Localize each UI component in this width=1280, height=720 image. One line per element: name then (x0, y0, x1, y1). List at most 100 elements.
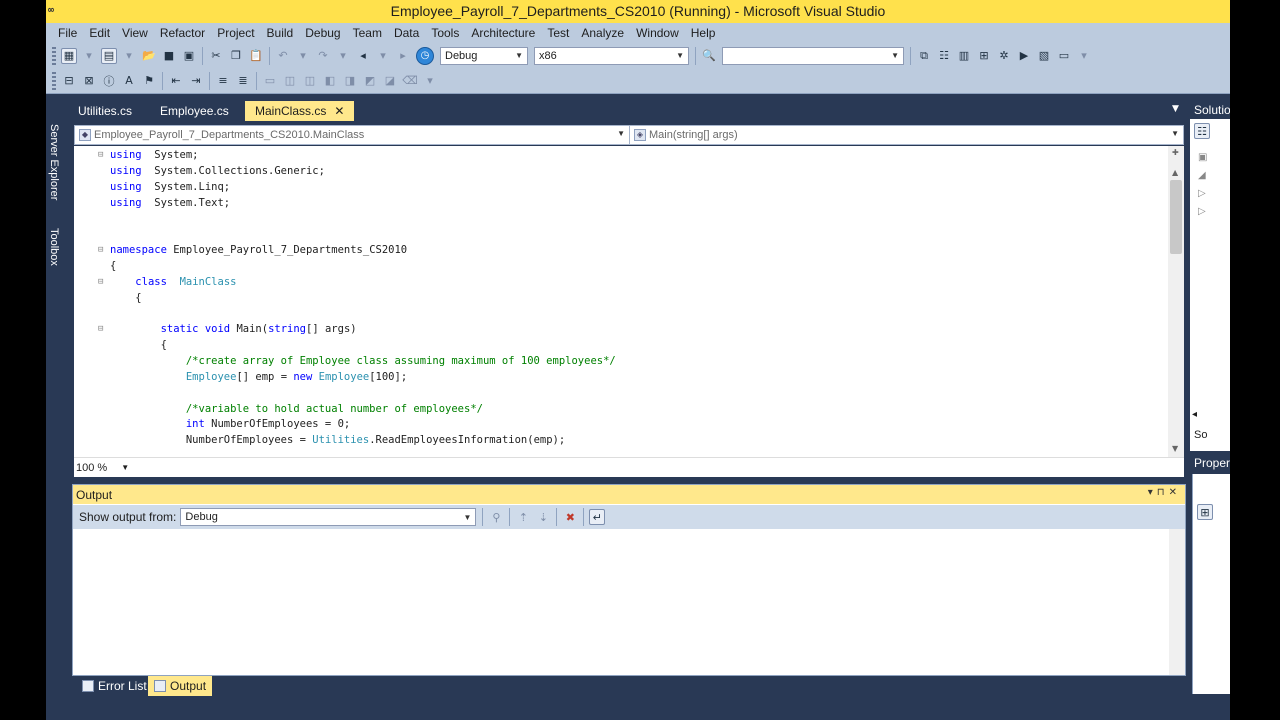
solution-explorer-body[interactable]: ☷ ▣ ◢ ▷ ▷ ◂ So (1190, 119, 1230, 451)
dropdown-arrow-icon[interactable]: ▾ (295, 48, 311, 64)
solution-explorer-icon[interactable]: ⧉ (916, 48, 932, 64)
collapse-icon[interactable]: ⊟ (98, 324, 103, 334)
previous-bookmark-icon[interactable]: ◫ (282, 73, 298, 89)
list-members-icon[interactable]: ⊟ (61, 73, 77, 89)
categorized-icon[interactable]: ⊞ (1197, 504, 1213, 520)
uncomment-icon[interactable]: ≣ (235, 73, 251, 89)
menu-tools[interactable]: Tools (425, 26, 465, 40)
properties-title[interactable]: Properties (1190, 454, 1230, 474)
undo-icon[interactable]: ↶ (275, 48, 291, 64)
output-source-select[interactable]: Debug ▼ (180, 508, 477, 526)
dropdown-arrow-icon[interactable]: ▾ (121, 48, 137, 64)
paste-icon[interactable]: 📋 (248, 48, 264, 64)
solution-explorer-title[interactable]: Solution Explorer (1190, 101, 1230, 119)
tab-output[interactable]: Output (148, 676, 213, 696)
output-text-area[interactable] (73, 529, 1169, 675)
output-vertical-scrollbar[interactable] (1169, 529, 1185, 675)
scroll-thumb[interactable] (1170, 180, 1182, 254)
dropdown-arrow-icon[interactable]: ▾ (335, 48, 351, 64)
menu-edit[interactable]: Edit (83, 26, 116, 40)
toggle-bookmark-icon[interactable]: ▭ (262, 73, 278, 89)
solution-platform-select[interactable]: x86 ▼ (534, 46, 689, 65)
command-window-icon[interactable]: ▧ (1036, 48, 1052, 64)
navigate-backward-icon[interactable]: ◂ (355, 48, 371, 64)
add-item-icon[interactable]: ▤ (101, 47, 117, 64)
next-bookmark-document-icon[interactable]: ◪ (382, 73, 398, 89)
tab-mainclass-cs[interactable]: MainClass.cs ✕ (245, 101, 355, 121)
find-in-files-icon[interactable]: 🔍 (701, 48, 717, 64)
collapse-icon[interactable]: ⊟ (98, 150, 103, 160)
open-file-icon[interactable]: 📂 (141, 48, 157, 64)
solution-explorer-tab[interactable]: So (1194, 429, 1207, 441)
bookmark-window-icon[interactable]: ⚑ (141, 73, 157, 89)
parameter-info-icon[interactable]: ⊠ (81, 73, 97, 89)
code-editor[interactable]: ⊟ ⊟ ⊟ ⊟ using System; using System.Collec… (74, 146, 1184, 457)
quick-info-icon[interactable]: ⓘ (101, 73, 117, 89)
menu-architecture[interactable]: Architecture (465, 26, 541, 40)
expand-icon[interactable]: ◢ (1198, 167, 1207, 185)
continue-debug-icon[interactable]: ◷ (416, 46, 434, 65)
menu-build[interactable]: Build (261, 26, 300, 40)
scroll-down-icon[interactable]: ▼ (1172, 444, 1178, 453)
zoom-control[interactable]: 100 % ▼ (74, 457, 1184, 477)
tab-employee-cs[interactable]: Employee.cs (150, 101, 239, 121)
dropdown-arrow-icon[interactable]: ▾ (375, 48, 391, 64)
menu-debug[interactable]: Debug (299, 26, 346, 40)
scroll-up-icon[interactable]: ▲ (1172, 168, 1178, 177)
members-dropdown[interactable]: ◈ Main(string[] args) ▼ (630, 126, 1183, 144)
solution-configuration-select[interactable]: Debug ▼ (440, 46, 528, 65)
redo-icon[interactable]: ↷ (315, 48, 331, 64)
previous-message-icon[interactable]: ⇡ (515, 509, 531, 525)
next-bookmark-icon[interactable]: ◫ (302, 73, 318, 89)
dropdown-arrow-icon[interactable]: ▾ (81, 48, 97, 64)
types-dropdown[interactable]: ◆ Employee_Payroll_7_Departments_CS2010.… (75, 126, 630, 144)
expand-icon[interactable]: ▷ (1198, 203, 1207, 221)
menu-analyze[interactable]: Analyze (575, 26, 630, 40)
split-icon[interactable]: ✚ (1172, 148, 1179, 157)
dropdown-arrow-icon[interactable]: ▾ (422, 73, 438, 89)
menu-file[interactable]: File (52, 26, 83, 40)
menu-view[interactable]: View (116, 26, 154, 40)
server-explorer-tab[interactable]: Server Explorer (48, 124, 60, 200)
close-icon[interactable]: ✕ (334, 104, 344, 118)
menu-data[interactable]: Data (388, 26, 425, 40)
next-bookmark-folder-icon[interactable]: ◨ (342, 73, 358, 89)
scroll-left-icon[interactable]: ◂ (1192, 409, 1197, 420)
chevron-down-icon[interactable]: ▼ (121, 463, 129, 472)
outdent-icon[interactable]: ⇤ (168, 73, 184, 89)
extension-manager-icon[interactable]: ✲ (996, 48, 1012, 64)
properties-body[interactable]: ⊞ (1192, 474, 1230, 694)
output-header[interactable]: Output ▾⊓✕ (73, 485, 1185, 504)
solution-tree[interactable]: ▣ ◢ ▷ ▷ (1198, 149, 1207, 221)
cut-icon[interactable]: ✂ (208, 48, 224, 64)
toolbar-grip[interactable] (52, 46, 56, 65)
next-message-icon[interactable]: ⇣ (535, 509, 551, 525)
menu-project[interactable]: Project (211, 26, 260, 40)
copy-icon[interactable]: ❐ (228, 48, 244, 64)
menu-test[interactable]: Test (541, 26, 575, 40)
more-tools-icon[interactable]: ▭ (1056, 48, 1072, 64)
toolbar-grip[interactable] (52, 71, 56, 90)
tab-error-list[interactable]: Error List (76, 676, 153, 696)
comment-out-icon[interactable]: ≡ (215, 73, 231, 89)
collapse-icon[interactable]: ⊟ (98, 245, 103, 255)
menu-team[interactable]: Team (347, 26, 388, 40)
tab-dropdown-icon[interactable]: ▼ (1172, 104, 1179, 114)
toolbox-tab[interactable]: Toolbox (48, 228, 60, 266)
menu-help[interactable]: Help (685, 26, 722, 40)
close-icon[interactable]: ✕ (1169, 487, 1181, 498)
expand-icon[interactable]: ▷ (1198, 185, 1207, 203)
word-wrap-icon[interactable]: ↵ (589, 509, 606, 525)
indent-icon[interactable]: ⇥ (188, 73, 204, 89)
new-project-icon[interactable]: ▦ (61, 47, 77, 64)
previous-bookmark-folder-icon[interactable]: ◧ (322, 73, 338, 89)
toolbox-icon[interactable]: ⊞ (976, 48, 992, 64)
navigate-forward-icon[interactable]: ▸ (395, 48, 411, 64)
clear-all-icon[interactable]: ✖ (562, 509, 578, 525)
editor-vertical-scrollbar[interactable]: ✚ ▲ ▼ (1168, 146, 1184, 457)
properties-icon[interactable]: ☷ (1194, 123, 1210, 139)
properties-window-icon[interactable]: ☷ (936, 48, 952, 64)
collapse-icon[interactable]: ⊟ (98, 277, 103, 287)
menu-refactor[interactable]: Refactor (154, 26, 211, 40)
object-browser-icon[interactable]: ▥ (956, 48, 972, 64)
